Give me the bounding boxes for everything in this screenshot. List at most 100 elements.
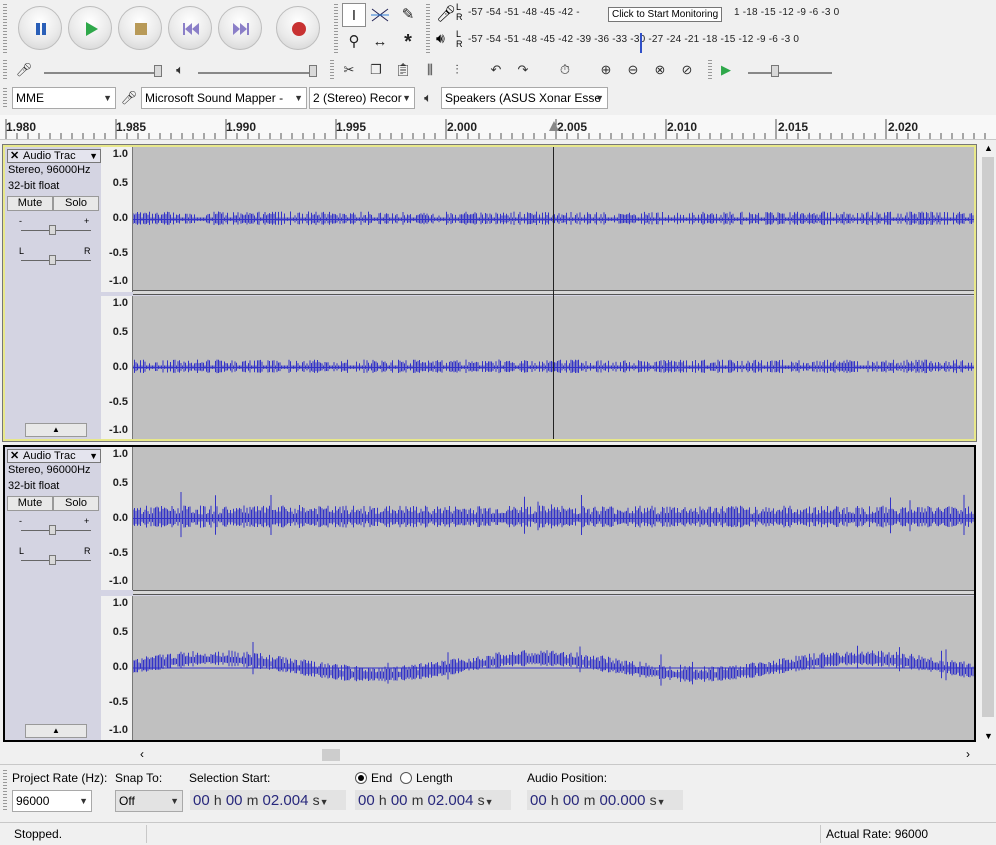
play-button[interactable] xyxy=(68,6,112,50)
zoom-out-button[interactable]: ⊖ xyxy=(621,58,645,82)
envelope-tool-button[interactable] xyxy=(368,3,392,27)
pan-slider[interactable] xyxy=(21,560,91,561)
paste-button[interactable]: 📋︎ xyxy=(391,58,415,82)
copy-button[interactable]: ❐ xyxy=(364,58,388,82)
format-dropdown-icon[interactable]: ▼ xyxy=(657,797,666,807)
pause-button[interactable] xyxy=(18,6,62,50)
skip-to-end-button[interactable] xyxy=(218,6,262,50)
monitoring-tooltip[interactable]: Click to Start Monitoring xyxy=(608,7,723,22)
envelope-icon xyxy=(371,8,389,22)
audio-host-select[interactable]: MME ▼ xyxy=(12,87,116,109)
selection-grip[interactable] xyxy=(3,770,7,810)
vertical-ruler-right-channel[interactable]: 1.0 0.5 0.0 -0.5 -1.0 xyxy=(101,296,133,439)
gain-slider-thumb[interactable] xyxy=(49,525,56,535)
audio-position-time[interactable]: 00 h 00 m 00.000 s▼ xyxy=(527,790,683,810)
length-radio[interactable] xyxy=(400,772,412,784)
recording-channels-select[interactable]: 2 (Stereo) Recor ▼ xyxy=(309,87,415,109)
waveform-t2-left[interactable] xyxy=(133,447,974,590)
draw-tool-button[interactable]: ✎ xyxy=(396,3,420,27)
solo-button[interactable]: Solo xyxy=(53,196,99,211)
selection-end-time[interactable]: 00 h 00 m 02.004 s▼ xyxy=(355,790,511,810)
collapse-track-button[interactable]: ▲ xyxy=(25,423,87,437)
vertical-ruler-left-channel[interactable]: 1.0 0.5 0.0 -0.5 -1.0 xyxy=(101,147,133,292)
mixer-grip[interactable] xyxy=(3,60,7,80)
audio-track-2[interactable]: ✕ Audio Trac ▼ Stereo, 96000Hz 32-bit fl… xyxy=(3,445,976,742)
vertical-ruler-left-channel[interactable]: 1.0 0.5 0.0 -0.5 -1.0 xyxy=(101,447,133,590)
tools-grip[interactable] xyxy=(334,4,338,54)
playback-meter[interactable]: -57 -54 -51 -48 -45 -42 -39 -36 -33 -30 … xyxy=(468,30,874,52)
project-rate-select[interactable]: 96000 ▼ xyxy=(12,790,92,812)
collapse-track-button[interactable]: ▲ xyxy=(25,724,87,738)
horizontal-scrollbar[interactable]: ‹ › xyxy=(132,747,980,763)
pan-slider[interactable] xyxy=(21,260,91,261)
play-at-speed-grip[interactable] xyxy=(708,60,712,80)
scroll-right-icon[interactable]: › xyxy=(966,747,970,761)
skip-to-start-button[interactable] xyxy=(168,6,212,50)
playback-volume-thumb[interactable] xyxy=(309,65,317,77)
end-radio[interactable] xyxy=(355,772,367,784)
trim-button[interactable]: ⫼ xyxy=(418,58,442,82)
scroll-up-icon[interactable]: ▲ xyxy=(984,143,993,153)
track-control-panel[interactable]: ✕ Audio Trac ▼ Stereo, 96000Hz 32-bit fl… xyxy=(5,447,101,740)
track-name-menu[interactable]: ✕ Audio Trac ▼ xyxy=(7,149,101,163)
close-icon[interactable]: ✕ xyxy=(10,450,19,462)
recording-volume-thumb[interactable] xyxy=(154,65,162,77)
track-control-panel[interactable]: ✕ Audio Trac ▼ Stereo, 96000Hz 32-bit fl… xyxy=(5,147,101,439)
track-name-menu[interactable]: ✕ Audio Trac ▼ xyxy=(7,449,101,463)
fit-selection-button[interactable]: ⊗ xyxy=(648,58,672,82)
pan-slider-thumb[interactable] xyxy=(49,255,56,265)
timeline-ruler[interactable]: 1.980 1.985 1.990 1.995 2.000 2.005 2.01… xyxy=(0,115,996,140)
play-speed-slider[interactable] xyxy=(748,72,832,74)
playback-device-select[interactable]: Speakers (ASUS Xonar Esse ▼ xyxy=(441,87,608,109)
minutes-value: 00 xyxy=(225,792,243,809)
transport-grip[interactable] xyxy=(3,4,7,54)
vertical-scrollbar[interactable]: ▲ ▼ xyxy=(980,141,996,745)
play-speed-thumb[interactable] xyxy=(771,65,779,77)
redo-button[interactable]: ↷ xyxy=(511,58,535,82)
play-head-marker[interactable] xyxy=(549,121,559,131)
record-button[interactable] xyxy=(276,6,320,50)
silence-button[interactable]: ⫶ xyxy=(445,58,469,82)
waveform-t2-right[interactable] xyxy=(133,596,974,740)
snap-to-select[interactable]: Off ▼ xyxy=(115,790,183,812)
undo-button[interactable]: ↶ xyxy=(484,58,508,82)
format-dropdown-icon[interactable]: ▼ xyxy=(320,797,329,807)
zoom-tool-button[interactable]: ⚲ xyxy=(342,30,366,54)
pan-slider-thumb[interactable] xyxy=(49,555,56,565)
vertical-ruler-right-channel[interactable]: 1.0 0.5 0.0 -0.5 -1.0 xyxy=(101,596,133,740)
cut-button[interactable]: ✂ xyxy=(337,58,361,82)
selection-start-time[interactable]: 00 h 00 m 02.004 s▼ xyxy=(190,790,346,810)
magnifier-icon: ⚲ xyxy=(348,33,360,50)
device-grip[interactable] xyxy=(3,88,7,108)
timeshift-tool-button[interactable]: ↔ xyxy=(368,30,392,54)
gain-slider[interactable] xyxy=(21,530,91,531)
multi-tool-button[interactable]: * xyxy=(396,30,420,54)
mute-button[interactable]: Mute xyxy=(7,196,53,211)
stop-button[interactable] xyxy=(118,6,162,50)
solo-button[interactable]: Solo xyxy=(53,496,99,511)
gain-slider-thumb[interactable] xyxy=(49,225,56,235)
mute-button[interactable]: Mute xyxy=(7,496,53,511)
scroll-left-icon[interactable]: ‹ xyxy=(140,747,144,761)
edit-grip[interactable] xyxy=(330,60,334,80)
sync-lock-button[interactable]: ⏱ xyxy=(553,58,577,82)
vruler-label: -1.0 xyxy=(109,424,128,436)
recording-device-select[interactable]: Microsoft Sound Mapper - ▼ xyxy=(141,87,307,109)
recording-volume-slider[interactable] xyxy=(44,72,162,74)
selection-tool-button[interactable]: I xyxy=(342,3,366,27)
waveform-path xyxy=(133,642,974,686)
audio-track-1[interactable]: ✕ Audio Trac ▼ Stereo, 96000Hz 32-bit fl… xyxy=(2,144,977,442)
gain-slider[interactable] xyxy=(21,230,91,231)
close-icon[interactable]: ✕ xyxy=(10,150,19,162)
zoom-in-button[interactable]: ⊕ xyxy=(594,58,618,82)
playback-meter-speaker-icon[interactable]: 🔊︎ xyxy=(436,30,445,47)
horizontal-scroll-thumb[interactable] xyxy=(322,749,340,761)
record-meter-mic-icon[interactable]: 🎤︎ xyxy=(436,4,456,24)
playback-volume-slider[interactable] xyxy=(198,72,316,74)
scroll-down-icon[interactable]: ▼ xyxy=(984,731,993,741)
vertical-scroll-thumb[interactable] xyxy=(982,157,994,717)
format-dropdown-icon[interactable]: ▼ xyxy=(485,797,494,807)
meter-grip[interactable] xyxy=(426,4,430,54)
play-at-speed-button[interactable]: ▶ xyxy=(714,58,738,82)
fit-project-button[interactable]: ⊘ xyxy=(675,58,699,82)
